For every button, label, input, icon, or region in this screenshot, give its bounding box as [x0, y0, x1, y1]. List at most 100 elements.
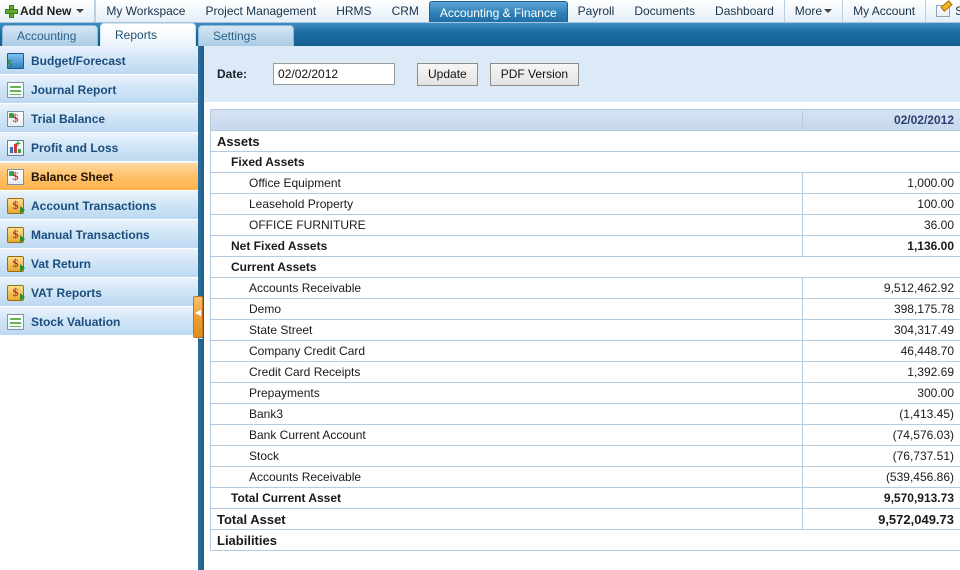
topnav-item-label: Documents [634, 4, 696, 18]
topnav-item-label: My Workspace [106, 4, 186, 18]
row-label: Leasehold Property [210, 193, 803, 215]
sidebar-item-budget-forecast[interactable]: Budget/Forecast [0, 46, 198, 75]
topnav-item-my-account[interactable]: My Account [842, 0, 925, 22]
sidebar-item-label: Balance Sheet [31, 169, 114, 184]
tab-label: Accounting [17, 29, 77, 43]
table-row: Total Asset 9,572,049.73 [210, 508, 960, 530]
profit-loss-chart-icon: + [7, 139, 24, 156]
topnav-item-accounting-finance[interactable]: Accounting & Finance [428, 1, 568, 22]
table-row: Prepayments 300.00 [210, 382, 960, 404]
sidebar-item-balance-sheet[interactable]: Balance Sheet [0, 162, 198, 191]
sidebar-collapse-handle[interactable] [193, 296, 203, 338]
sidebar-item-label: Profit and Loss [31, 140, 119, 155]
table-row: Accounts Receivable 9,512,462.92 [210, 277, 960, 299]
topnav-item-label: CRM [391, 4, 419, 18]
sidebar-item-journal-report[interactable]: Journal Report [0, 75, 198, 104]
table-row: Demo 398,175.78 [210, 298, 960, 320]
header-cell-date: 02/02/2012 [802, 109, 960, 131]
row-label: Demo [210, 298, 803, 320]
table-row: Stock (76,737.51) [210, 445, 960, 467]
table-row: Leasehold Property 100.00 [210, 193, 960, 215]
topnav-item-payroll[interactable]: Payroll [568, 0, 625, 22]
topnav-item-documents[interactable]: Documents [624, 0, 705, 22]
add-new-button[interactable]: Add New [0, 0, 96, 22]
sidebar-item-vat-return[interactable]: Vat Return [0, 249, 198, 278]
sidebar-item-label: Trial Balance [31, 111, 106, 126]
topnav-item-send-feedba[interactable]: Send feedba [925, 0, 960, 22]
row-label: Bank Current Account [210, 424, 803, 446]
topnav-item-label: HRMS [336, 4, 372, 18]
table-header-row: 02/02/2012 [210, 109, 960, 131]
stock-valuation-icon [7, 313, 24, 330]
topnav-item-dashboard[interactable]: Dashboard [705, 0, 784, 22]
budget-forecast-icon [7, 52, 24, 70]
row-amount: 300.00 [802, 382, 960, 404]
sidebar-item-label: VAT Reports [31, 285, 102, 300]
table-row: Current Assets [210, 256, 960, 278]
account-transactions-icon [7, 197, 25, 214]
table-row: Company Credit Card 46,448.70 [210, 340, 960, 362]
row-label: Assets [210, 130, 960, 152]
topnav-item-crm[interactable]: CRM [382, 0, 429, 22]
reports-sidebar: Budget/Forecast Journal Report Trial Balan… [0, 46, 198, 570]
balance-sheet-table: 02/02/2012 Assets Fixed Assets Office Equi… [210, 109, 960, 551]
sidebar-item-label: Vat Return [31, 256, 92, 271]
sidebar-item-stock-valuation[interactable]: Stock Valuation [0, 307, 198, 336]
tab-reports[interactable]: Reports [100, 23, 196, 46]
row-amount: 304,317.49 [802, 319, 960, 341]
sidebar-item-label: Manual Transactions [31, 227, 150, 242]
topnav-item-my-workspace[interactable]: My Workspace [95, 0, 195, 22]
row-label: Credit Card Receipts [210, 361, 803, 383]
row-label: Net Fixed Assets [210, 235, 803, 257]
table-row: OFFICE FURNITURE 36.00 [210, 214, 960, 236]
row-label: Total Current Asset [210, 487, 803, 509]
topnav-item-label: Send feedba [955, 4, 960, 18]
pdf-version-button[interactable]: PDF Version [489, 62, 580, 86]
row-label: Bank3 [210, 403, 803, 425]
row-label: Company Credit Card [210, 340, 803, 362]
row-amount: 9,512,462.92 [802, 277, 960, 299]
header-cell-name [210, 109, 803, 131]
table-row: Accounts Receivable (539,456.86) [210, 466, 960, 488]
table-row: Assets [210, 130, 960, 152]
table-row: Liabilities [210, 529, 960, 551]
balance-sheet-icon [7, 168, 24, 185]
sidebar-item-profit-and-loss[interactable]: + Profit and Loss [0, 133, 198, 162]
topnav-item-hrms[interactable]: HRMS [326, 0, 381, 22]
row-amount: 100.00 [802, 193, 960, 215]
journal-report-icon [7, 81, 24, 98]
sidebar-item-account-transactions[interactable]: Account Transactions [0, 191, 198, 220]
row-label: State Street [210, 319, 803, 341]
sidebar-item-trial-balance[interactable]: Trial Balance [0, 104, 198, 133]
sidebar-item-vat-reports[interactable]: VAT Reports [0, 278, 198, 307]
row-label: Liabilities [210, 529, 960, 551]
main-content: Date: Update PDF Version 02/02/2012 Asse… [204, 46, 960, 570]
table-row: Fixed Assets [210, 151, 960, 173]
row-label: Office Equipment [210, 172, 803, 194]
row-amount: 9,570,913.73 [802, 487, 960, 509]
row-amount: (539,456.86) [802, 466, 960, 488]
topnav-item-more[interactable]: More [783, 0, 842, 22]
table-row: Bank3 (1,413.45) [210, 403, 960, 425]
table-row: State Street 304,317.49 [210, 319, 960, 341]
global-top-nav: Add New My Workspace Project Management HR… [0, 0, 960, 23]
row-label: OFFICE FURNITURE [210, 214, 803, 236]
report-toolbar: Date: Update PDF Version [204, 46, 960, 103]
sidebar-item-label: Journal Report [31, 82, 117, 97]
row-label: Accounts Receivable [210, 466, 803, 488]
row-amount: (76,737.51) [802, 445, 960, 467]
vat-reports-icon [7, 284, 25, 301]
sidebar-item-manual-transactions[interactable]: Manual Transactions [0, 220, 198, 249]
sidebar-item-label: Budget/Forecast [31, 53, 126, 68]
row-label: Prepayments [210, 382, 803, 404]
tab-settings[interactable]: Settings [198, 25, 294, 46]
trial-balance-icon [7, 110, 24, 127]
date-input[interactable] [273, 63, 396, 85]
update-button[interactable]: Update [417, 62, 478, 86]
table-row: Total Current Asset 9,570,913.73 [210, 487, 960, 509]
plus-icon [5, 4, 18, 18]
tab-accounting[interactable]: Accounting [2, 25, 98, 46]
topnav-item-project-management[interactable]: Project Management [195, 0, 326, 22]
chevron-down-icon [76, 9, 85, 13]
table-row: Credit Card Receipts 1,392.69 [210, 361, 960, 383]
